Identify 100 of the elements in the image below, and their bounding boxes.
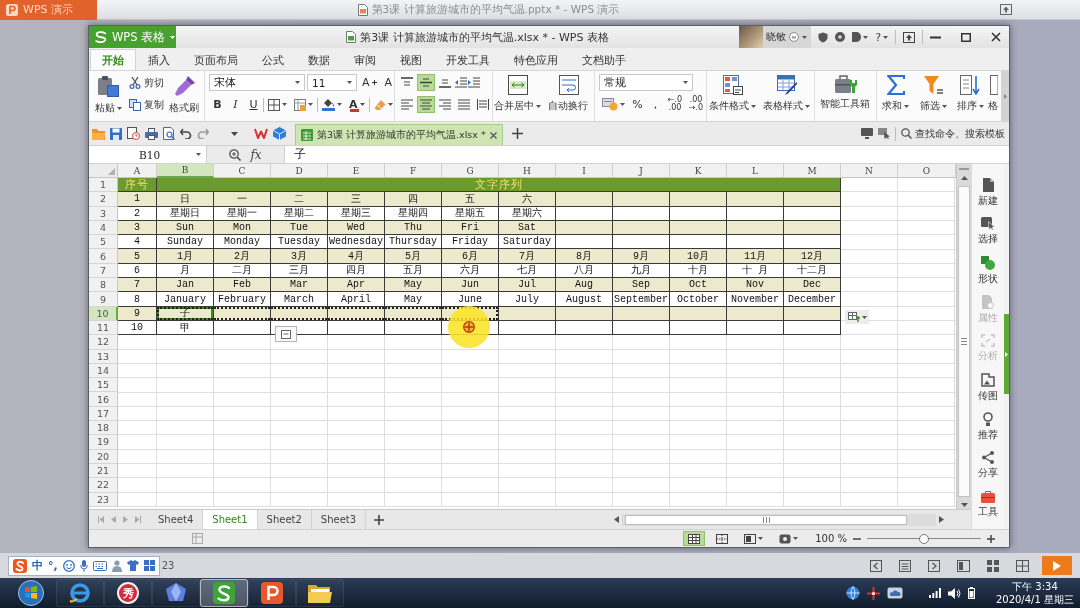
row-header[interactable]: 19 bbox=[89, 435, 118, 450]
notes-icon[interactable] bbox=[899, 559, 911, 572]
taskbar-app-button[interactable] bbox=[200, 579, 248, 607]
start-icon[interactable] bbox=[18, 580, 44, 606]
ribbon-tab[interactable]: 页面布局 bbox=[182, 49, 250, 70]
zoom-in-icon[interactable] bbox=[987, 534, 995, 543]
format-painter-button[interactable]: 格式刷 bbox=[167, 74, 203, 116]
column-header[interactable]: M bbox=[784, 164, 841, 178]
column-header[interactable]: F bbox=[385, 164, 442, 178]
column-header[interactable]: H bbox=[499, 164, 556, 178]
ime-logo-icon[interactable] bbox=[13, 558, 27, 573]
next-icon[interactable] bbox=[928, 559, 940, 572]
filter-button[interactable]: 筛选 bbox=[920, 74, 947, 114]
ribbon-tab[interactable]: 开始 bbox=[90, 49, 136, 70]
zoom-out-icon[interactable] bbox=[853, 537, 861, 540]
copy-button[interactable]: 复制 bbox=[128, 96, 165, 113]
side-panel-item[interactable]: 分享 bbox=[972, 446, 1004, 485]
row-header[interactable]: 6 bbox=[89, 249, 118, 264]
ribbon-tab[interactable]: 开发工具 bbox=[434, 49, 502, 70]
comma-button[interactable]: , bbox=[647, 95, 664, 113]
ribbon-tab[interactable]: 视图 bbox=[388, 49, 434, 70]
font-name-field[interactable]: 宋体 bbox=[209, 74, 305, 91]
close-icon[interactable] bbox=[991, 32, 1001, 42]
column-header[interactable]: B bbox=[157, 164, 214, 178]
ribbon-tab[interactable]: 公式 bbox=[250, 49, 296, 70]
align-left-button[interactable] bbox=[398, 96, 416, 113]
column-header[interactable]: L bbox=[727, 164, 784, 178]
zoom-slider-thumb[interactable] bbox=[919, 533, 929, 544]
number-format-field[interactable]: 常规 bbox=[599, 74, 693, 91]
format-button[interactable]: 格 bbox=[988, 74, 1000, 114]
row-header[interactable]: 8 bbox=[89, 278, 118, 293]
punctuation-button[interactable]: °, bbox=[48, 559, 58, 572]
row-header[interactable]: 18 bbox=[89, 421, 118, 436]
taskbar-app-button[interactable] bbox=[152, 579, 200, 607]
row-header[interactable]: 9 bbox=[89, 292, 118, 307]
column-header[interactable]: N bbox=[841, 164, 898, 178]
insert-function-button[interactable]: fx bbox=[250, 147, 262, 162]
align-distributed-button[interactable] bbox=[474, 96, 492, 113]
conditional-button[interactable]: 条件格式 bbox=[709, 74, 756, 114]
align-right-button[interactable] bbox=[436, 96, 454, 113]
column-header[interactable]: C bbox=[214, 164, 271, 178]
taskbar-app-button[interactable] bbox=[248, 579, 296, 607]
panel-toggle-button[interactable] bbox=[1004, 314, 1009, 394]
input-mode-button[interactable]: 中 bbox=[32, 558, 43, 573]
grow-font-button[interactable]: A bbox=[359, 74, 380, 91]
play-button[interactable] bbox=[1042, 556, 1072, 575]
currency-button[interactable] bbox=[599, 95, 628, 113]
save-icon[interactable] bbox=[110, 127, 122, 140]
side-panel-item[interactable]: 新建 bbox=[972, 173, 1004, 212]
side-panel-item[interactable]: 工具 bbox=[972, 485, 1004, 524]
sort-button[interactable]: 排序 bbox=[956, 74, 984, 114]
cube-icon[interactable] bbox=[273, 127, 286, 140]
cell-style-button[interactable] bbox=[291, 96, 316, 113]
wrap-text-button[interactable]: 自动换行 bbox=[547, 74, 590, 114]
side-panel-item[interactable]: 传图 bbox=[972, 368, 1004, 407]
side-panel-item[interactable]: 形状 bbox=[972, 251, 1004, 290]
ring-icon[interactable] bbox=[835, 32, 846, 42]
scroll-down-icon[interactable] bbox=[960, 503, 968, 507]
toolbox-button[interactable]: 智能工具箱 bbox=[819, 74, 872, 112]
restore-icon[interactable] bbox=[903, 31, 915, 43]
fill-options-button[interactable] bbox=[845, 310, 869, 324]
scroll-up-icon[interactable] bbox=[960, 176, 968, 180]
cut-button[interactable]: 剪切 bbox=[128, 74, 165, 91]
taskbar-app-button[interactable] bbox=[296, 579, 344, 607]
taskbar-app-button[interactable]: 秀 bbox=[104, 579, 152, 607]
previous-icon[interactable] bbox=[870, 559, 882, 572]
ribbon-tab[interactable]: 审阅 bbox=[342, 49, 388, 70]
print-icon[interactable] bbox=[145, 127, 158, 140]
ribbon-tab[interactable]: 特色应用 bbox=[502, 49, 570, 70]
history-icon[interactable] bbox=[127, 127, 140, 140]
borders-button[interactable] bbox=[265, 96, 290, 113]
help-button[interactable]: ? bbox=[875, 30, 888, 44]
globe-icon[interactable] bbox=[845, 586, 860, 600]
scroll-right-icon[interactable] bbox=[939, 516, 944, 523]
microphone-icon[interactable] bbox=[79, 559, 88, 572]
align-middle-button[interactable] bbox=[417, 74, 435, 91]
column-header[interactable]: A bbox=[118, 164, 157, 178]
paste-options-button[interactable] bbox=[275, 326, 297, 342]
row-header[interactable]: 15 bbox=[89, 378, 118, 393]
underline-button[interactable]: U bbox=[245, 96, 262, 113]
ribbon-tab[interactable]: 数据 bbox=[296, 49, 342, 70]
row-header[interactable]: 1 bbox=[89, 178, 118, 193]
zoom-icon[interactable] bbox=[229, 148, 242, 161]
print-preview-icon[interactable] bbox=[163, 127, 175, 140]
logo-icon[interactable] bbox=[254, 128, 268, 139]
row-header[interactable]: 5 bbox=[89, 235, 118, 250]
slide-sorter-icon[interactable] bbox=[987, 559, 999, 572]
close-icon[interactable] bbox=[489, 131, 497, 139]
scroll-left-icon[interactable] bbox=[614, 516, 619, 523]
maximize-icon[interactable] bbox=[961, 32, 971, 42]
minimize-icon[interactable] bbox=[930, 35, 941, 39]
column-header[interactable]: D bbox=[271, 164, 328, 178]
fill-color-button[interactable] bbox=[319, 96, 345, 113]
sum-button[interactable]: 求和 bbox=[882, 74, 909, 114]
paste-button[interactable]: 粘贴 bbox=[90, 74, 126, 116]
keyboard-icon[interactable] bbox=[92, 560, 107, 571]
row-header[interactable]: 2 bbox=[89, 192, 118, 207]
pointer-icon[interactable] bbox=[878, 128, 890, 139]
column-header[interactable]: J bbox=[613, 164, 670, 178]
undo-icon[interactable] bbox=[180, 128, 192, 139]
